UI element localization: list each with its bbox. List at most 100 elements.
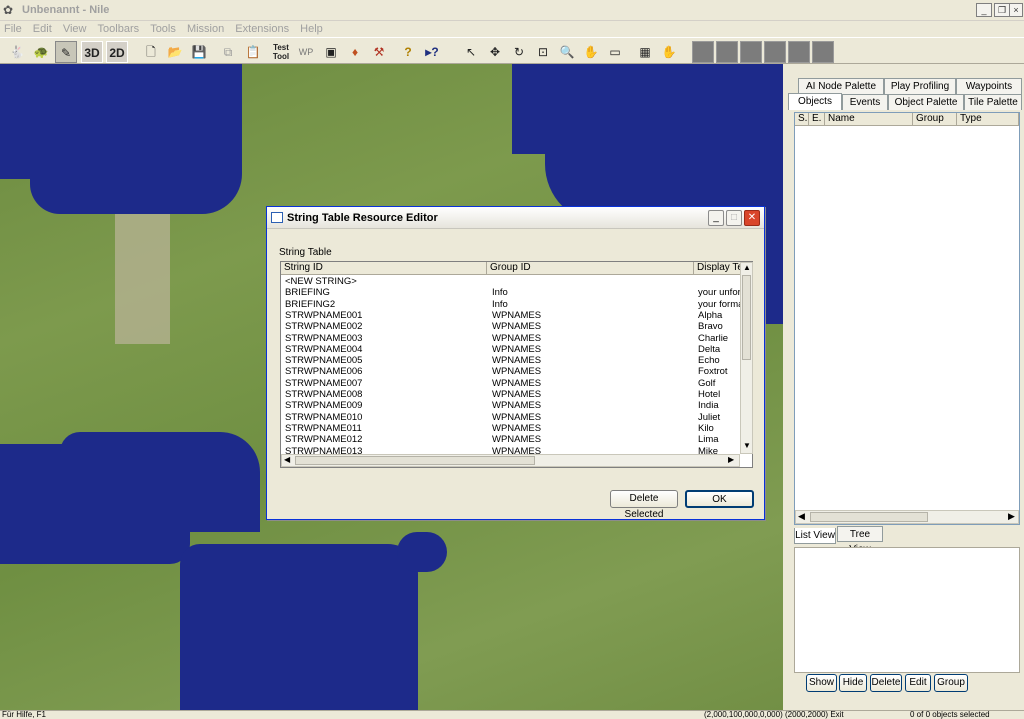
terrain-edit-icon[interactable]: ✎	[55, 41, 77, 63]
menu-view[interactable]: View	[63, 21, 87, 37]
menu-help[interactable]: Help	[300, 21, 323, 37]
layer-button-6[interactable]	[812, 41, 834, 63]
column-header-display-text[interactable]: Display Text	[694, 262, 741, 275]
select-arrow-icon[interactable]: ↖	[460, 41, 482, 63]
measure-icon[interactable]: ▭	[604, 41, 626, 63]
scrollbar-thumb[interactable]	[810, 512, 928, 522]
view-2d-button[interactable]: 2D	[106, 41, 128, 63]
table-row[interactable]: STRWPNAME005 WPNAMES Echo	[281, 355, 741, 366]
menu-edit[interactable]: Edit	[33, 21, 52, 37]
close-icon[interactable]: ×	[1009, 3, 1023, 17]
column-header-e[interactable]: E.	[809, 113, 825, 126]
pan-hand-icon[interactable]: ✋	[580, 41, 602, 63]
table-row[interactable]: STRWPNAME004 WPNAMES Delta	[281, 344, 741, 355]
view-3d-button[interactable]: 3D	[81, 41, 103, 63]
column-header-name[interactable]: Name	[825, 113, 913, 126]
tab-objects[interactable]: Objects	[788, 93, 842, 110]
table-row[interactable]: <NEW STRING>	[281, 276, 741, 287]
column-header-group-id[interactable]: Group ID	[487, 262, 694, 275]
layer-button-5[interactable]	[788, 41, 810, 63]
help-icon[interactable]: ?	[397, 41, 419, 63]
object-list[interactable]: S. E. Name Group Type ◀ ▶	[794, 112, 1020, 525]
scroll-up-icon[interactable]: ▲	[743, 263, 751, 272]
column-header-group[interactable]: Group	[913, 113, 957, 126]
layer-button-3[interactable]	[740, 41, 762, 63]
tab-waypoints[interactable]: Waypoints	[956, 78, 1022, 94]
dialog-title-bar[interactable]: String Table Resource Editor _ □ ✕	[267, 207, 764, 229]
table-row[interactable]: BRIEFING2 Info your format	[281, 299, 741, 310]
frame-icon[interactable]: ▣	[320, 41, 342, 63]
maximize-icon[interactable]: □	[726, 210, 742, 226]
zoom-icon[interactable]: 🔍	[556, 41, 578, 63]
minimize-icon[interactable]: _	[976, 3, 992, 17]
scroll-down-icon[interactable]: ▼	[743, 441, 751, 450]
tab-list-view[interactable]: List View	[794, 528, 836, 544]
horizontal-scrollbar[interactable]: ◀ ▶	[795, 510, 1019, 524]
rotate-icon[interactable]: ↻	[508, 41, 530, 63]
layer-button-1[interactable]	[692, 41, 714, 63]
layer-button-4[interactable]	[764, 41, 786, 63]
table-row[interactable]: STRWPNAME003 WPNAMES Charlie	[281, 333, 741, 344]
rabbit-icon[interactable]: 🐇	[6, 41, 28, 63]
copy-icon[interactable]: ⧉	[217, 41, 239, 63]
horizontal-scrollbar[interactable]: ◀ ▶	[281, 454, 740, 467]
group-button[interactable]: Group	[934, 674, 968, 692]
column-header-string-id[interactable]: String ID	[281, 262, 487, 275]
table-row[interactable]: STRWPNAME001 WPNAMES Alpha	[281, 310, 741, 321]
grid-icon[interactable]: ▦	[634, 41, 656, 63]
tab-tile-palette[interactable]: Tile Palette	[964, 94, 1022, 110]
table-row[interactable]: STRWPNAME010 WPNAMES Juliet	[281, 412, 741, 423]
menu-tools[interactable]: Tools	[150, 21, 176, 37]
tab-object-palette[interactable]: Object Palette	[888, 94, 964, 110]
paste-icon[interactable]: 📋	[242, 41, 264, 63]
test-tool-button[interactable]: Test Tool	[270, 41, 292, 63]
tab-ai-node-palette[interactable]: AI Node Palette	[798, 78, 884, 94]
column-header-s[interactable]: S.	[795, 113, 809, 126]
vertical-scrollbar[interactable]: ▲ ▼	[740, 262, 753, 454]
show-button[interactable]: Show	[806, 674, 837, 692]
table-row[interactable]: STRWPNAME011 WPNAMES Kilo	[281, 423, 741, 434]
tie-icon[interactable]: ♦	[344, 41, 366, 63]
string-table-list[interactable]: String ID Group ID Display Text <NEW STR…	[280, 261, 753, 468]
tools-icon[interactable]: ⚒	[368, 41, 390, 63]
open-folder-icon[interactable]: 📂	[164, 41, 186, 63]
scroll-left-icon[interactable]: ◀	[284, 455, 290, 464]
layer-button-2[interactable]	[716, 41, 738, 63]
maximize-icon[interactable]: ❐	[994, 3, 1010, 17]
tab-tree-view[interactable]: Tree View	[837, 526, 883, 555]
scrollbar-thumb[interactable]	[742, 275, 751, 360]
table-row[interactable]: STRWPNAME009 WPNAMES India	[281, 400, 741, 411]
move-icon[interactable]: ✥	[484, 41, 506, 63]
scroll-left-icon[interactable]: ◀	[798, 511, 805, 522]
delete-button[interactable]: Delete	[870, 674, 902, 692]
zoom-box-icon[interactable]: ⊡	[532, 41, 554, 63]
save-icon[interactable]: 💾	[188, 41, 210, 63]
menu-toolbars[interactable]: Toolbars	[98, 21, 140, 37]
column-header-type[interactable]: Type	[957, 113, 1019, 126]
new-file-icon[interactable]: 🗋	[140, 41, 162, 63]
tab-play-profiling[interactable]: Play Profiling	[884, 78, 956, 94]
waypoint-icon[interactable]: WP	[295, 41, 317, 63]
tab-events[interactable]: Events	[842, 94, 888, 110]
delete-selected-button[interactable]: Delete Selected	[610, 490, 678, 520]
menu-extensions[interactable]: Extensions	[235, 21, 289, 37]
turtle-icon[interactable]: 🐢	[30, 41, 52, 63]
context-help-icon[interactable]: ▸?	[421, 41, 443, 63]
edit-button[interactable]: Edit	[905, 674, 931, 692]
table-row[interactable]: STRWPNAME002 WPNAMES Bravo	[281, 321, 741, 332]
table-row[interactable]: STRWPNAME007 WPNAMES Golf	[281, 378, 741, 389]
hide-button[interactable]: Hide	[839, 674, 867, 692]
table-row[interactable]: BRIEFING Info your unform	[281, 287, 741, 298]
close-icon[interactable]: ✕	[744, 210, 760, 226]
scroll-right-icon[interactable]: ▶	[1008, 511, 1015, 522]
minimize-icon[interactable]: _	[708, 210, 724, 226]
table-row[interactable]: STRWPNAME012 WPNAMES Lima	[281, 434, 741, 445]
menu-mission[interactable]: Mission	[187, 21, 224, 37]
table-row[interactable]: STRWPNAME006 WPNAMES Foxtrot	[281, 366, 741, 377]
scroll-right-icon[interactable]: ▶	[728, 455, 734, 464]
ok-button[interactable]: OK	[685, 490, 754, 508]
snap-icon[interactable]: ✋	[658, 41, 680, 63]
scrollbar-thumb[interactable]	[295, 456, 535, 465]
table-row[interactable]: STRWPNAME008 WPNAMES Hotel	[281, 389, 741, 400]
menu-file[interactable]: File	[4, 21, 22, 37]
